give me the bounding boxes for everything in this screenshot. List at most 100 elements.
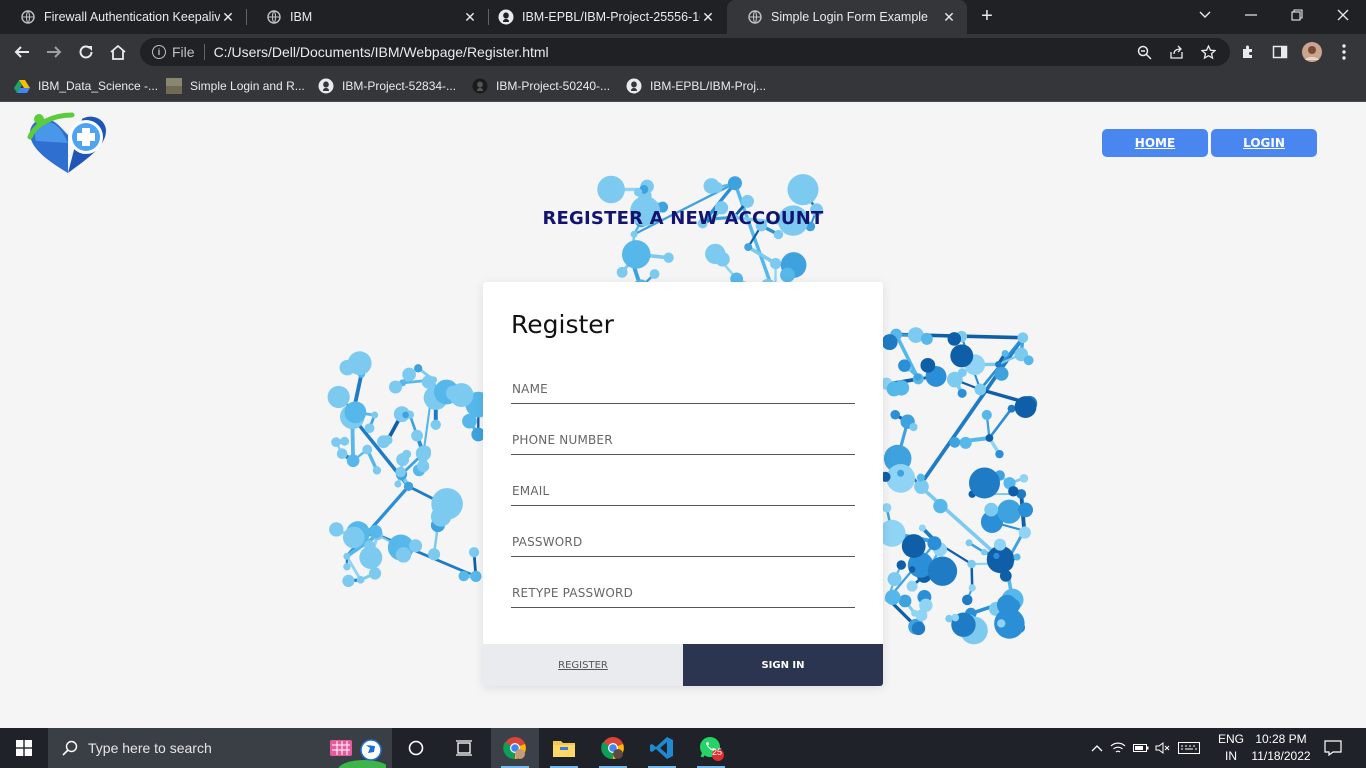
login-button[interactable]: LOGIN bbox=[1211, 129, 1317, 157]
phone-input[interactable] bbox=[511, 425, 855, 454]
molecule-atom bbox=[715, 251, 730, 267]
language-code: ENG bbox=[1217, 732, 1244, 746]
bookmark-item[interactable]: IBM-Project-52834-... bbox=[318, 76, 456, 96]
molecule-atom bbox=[1008, 486, 1019, 497]
molecule-atom bbox=[909, 422, 918, 432]
menu-icon[interactable] bbox=[1332, 40, 1356, 64]
tab-github-project[interactable]: IBM-EPBL/IBM-Project-25556-16 ✕ bbox=[478, 0, 726, 34]
clock-time: 10:28 PM bbox=[1255, 732, 1307, 746]
molecule-atom bbox=[993, 552, 1000, 559]
email-input[interactable] bbox=[511, 476, 855, 505]
molecule-atom bbox=[933, 498, 948, 514]
input-language[interactable]: ENG IN bbox=[1216, 731, 1246, 765]
whatsapp-icon[interactable]: 25 bbox=[687, 728, 735, 768]
molecule-atom bbox=[445, 385, 462, 401]
reload-button[interactable] bbox=[74, 40, 98, 64]
chrome-profile-icon[interactable] bbox=[589, 728, 637, 768]
close-icon[interactable]: ✕ bbox=[462, 9, 478, 26]
molecule-atom bbox=[951, 613, 960, 622]
email-field bbox=[511, 476, 855, 506]
keyboard-icon[interactable] bbox=[1174, 742, 1204, 754]
molecule-atom bbox=[974, 473, 982, 481]
molecule-atom bbox=[1017, 332, 1029, 344]
file-explorer-icon[interactable] bbox=[540, 728, 588, 768]
bookmark-item[interactable]: IBM-EPBL/IBM-Proj... bbox=[626, 76, 766, 96]
side-panel-icon[interactable] bbox=[1268, 40, 1292, 64]
molecule-atom bbox=[427, 548, 441, 561]
new-tab-button[interactable]: + bbox=[976, 6, 998, 28]
vscode-icon[interactable] bbox=[638, 728, 686, 768]
molecule-atom bbox=[916, 473, 925, 482]
tab-ibm[interactable]: IBM ✕ bbox=[246, 0, 488, 34]
retype-password-input[interactable] bbox=[511, 578, 855, 607]
molecule-atom bbox=[911, 621, 926, 636]
molecule-atom bbox=[634, 188, 643, 197]
wifi-icon[interactable] bbox=[1106, 741, 1130, 755]
molecule-atom bbox=[882, 503, 892, 513]
taskbar-search[interactable]: Type here to search bbox=[48, 728, 392, 768]
molecule-atom bbox=[362, 444, 373, 455]
close-window-button[interactable] bbox=[1320, 0, 1366, 30]
region-code: IN bbox=[1225, 749, 1237, 763]
info-icon[interactable]: i bbox=[152, 45, 166, 59]
molecule-atom bbox=[997, 619, 1006, 628]
back-button[interactable] bbox=[10, 40, 34, 64]
zoom-icon[interactable] bbox=[1136, 44, 1152, 60]
tab-firewall[interactable]: Firewall Authentication Keepalive ✕ bbox=[0, 0, 246, 34]
home-button[interactable]: HOME bbox=[1102, 129, 1208, 157]
url-text[interactable]: C:/Users/Dell/Documents/IBM/Webpage/Regi… bbox=[214, 44, 549, 60]
sign-in-button[interactable]: SIGN IN bbox=[683, 644, 883, 686]
molecule-atom bbox=[1013, 553, 1021, 561]
molecule-atom bbox=[371, 411, 379, 419]
molecule-atom bbox=[908, 566, 916, 573]
tab-simple-login[interactable]: Simple Login Form Example ✕ bbox=[727, 0, 967, 34]
cortana-icon[interactable] bbox=[392, 728, 440, 768]
close-icon[interactable]: ✕ bbox=[220, 9, 236, 26]
avatar[interactable] bbox=[1300, 40, 1324, 64]
task-view-icon[interactable] bbox=[440, 728, 488, 768]
molecule-atom bbox=[468, 547, 480, 558]
molecule-atom bbox=[1018, 526, 1031, 539]
tab-search-button[interactable] bbox=[1182, 0, 1228, 30]
molecule-atom bbox=[663, 252, 674, 263]
molecule-atom bbox=[950, 344, 974, 368]
star-icon[interactable] bbox=[1200, 44, 1216, 60]
molecule-atom bbox=[985, 434, 994, 442]
molecule-atom bbox=[364, 540, 375, 552]
tab-title: Firewall Authentication Keepalive bbox=[44, 10, 220, 24]
molecule-atom bbox=[993, 538, 1006, 551]
windows-start-icon[interactable] bbox=[0, 728, 48, 768]
forward-button[interactable] bbox=[42, 40, 66, 64]
home-icon[interactable] bbox=[106, 40, 130, 64]
taskbar-clock[interactable]: 10:28 PM 11/18/2022 bbox=[1248, 731, 1314, 765]
password-field bbox=[511, 527, 855, 557]
battery-icon[interactable] bbox=[1130, 743, 1152, 753]
bookmark-item[interactable]: IBM_Data_Science -... bbox=[14, 76, 158, 96]
restore-button[interactable] bbox=[1274, 0, 1320, 30]
bookmark-item[interactable]: Simple Login and R... bbox=[166, 76, 305, 96]
volume-muted-icon[interactable] bbox=[1152, 741, 1174, 755]
register-tab[interactable]: REGISTER bbox=[483, 644, 683, 686]
molecule-atom bbox=[886, 464, 916, 493]
extensions-icon[interactable] bbox=[1236, 40, 1260, 64]
molecule-atom bbox=[1014, 396, 1037, 418]
search-placeholder: Type here to search bbox=[88, 740, 212, 756]
molecule-atom bbox=[430, 506, 452, 527]
address-bar[interactable]: i File C:/Users/Dell/Documents/IBM/Webpa… bbox=[140, 38, 1230, 66]
chevron-up-icon[interactable] bbox=[1088, 744, 1106, 752]
close-icon[interactable]: ✕ bbox=[941, 9, 957, 26]
name-input[interactable] bbox=[511, 374, 855, 403]
bookmarks-bar: IBM_Data_Science -... Simple Login and R… bbox=[0, 70, 1366, 102]
molecule-atom bbox=[911, 609, 919, 617]
close-icon[interactable]: ✕ bbox=[700, 9, 716, 26]
password-input[interactable] bbox=[511, 527, 855, 556]
molecule-atom bbox=[402, 411, 409, 419]
github-icon bbox=[472, 78, 488, 94]
minimize-button[interactable] bbox=[1228, 0, 1274, 30]
notifications-icon[interactable] bbox=[1318, 728, 1348, 768]
github-icon bbox=[498, 9, 514, 25]
share-icon[interactable] bbox=[1168, 44, 1184, 60]
bookmark-item[interactable]: IBM-Project-50240-... bbox=[472, 76, 610, 96]
molecule-atom bbox=[967, 559, 976, 569]
chrome-taskbar-icon[interactable] bbox=[491, 728, 539, 768]
